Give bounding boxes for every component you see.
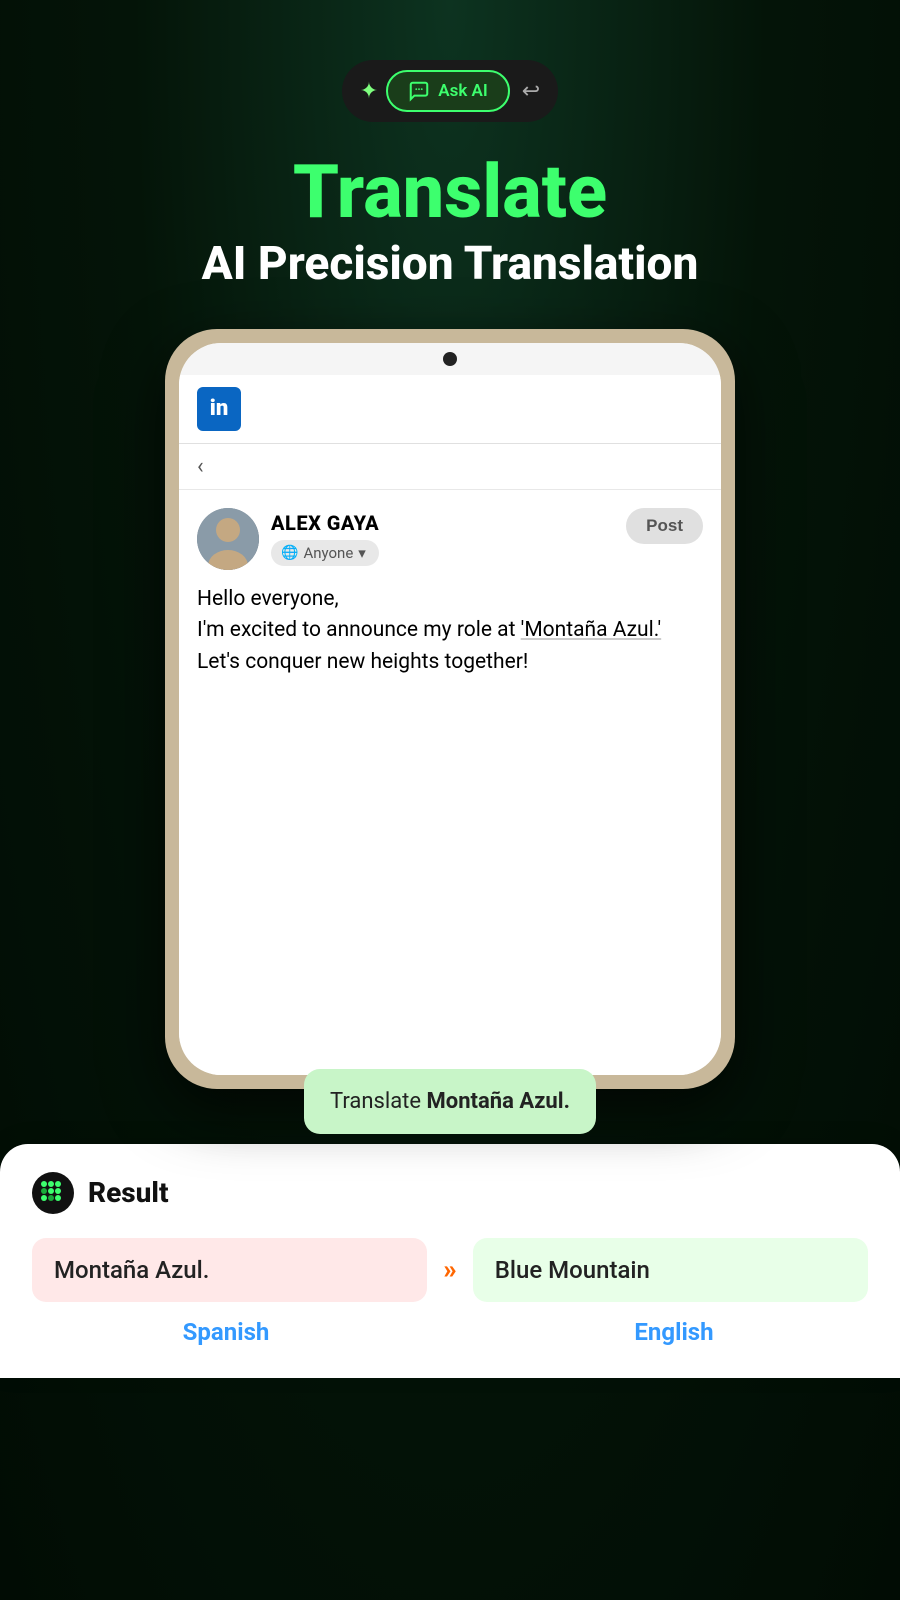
dropdown-chevron: ▾ [358,544,366,562]
main-title: Translate [202,152,699,233]
post-button[interactable]: Post [626,508,703,544]
title-section: Translate AI Precision Translation [202,152,699,293]
user-details: ALEX GAYA 🌐 Anyone ▾ [271,511,379,566]
language-row: Spanish English [32,1318,868,1346]
post-composer: ALEX GAYA 🌐 Anyone ▾ Post Hello ever [179,490,721,699]
post-text: Hello everyone, I'm excited to announce … [197,584,703,699]
target-box: Blue Mountain [473,1238,868,1302]
target-language-label[interactable]: English [480,1318,868,1346]
translate-prefix: Translate [330,1089,421,1114]
result-header: Result [32,1172,868,1214]
result-icon [32,1172,74,1214]
phone-frame: in ‹ [165,329,735,1089]
camera-bar [179,343,721,375]
source-language-label[interactable]: Spanish [32,1318,420,1346]
translate-word: Montaña Azul. [427,1089,570,1114]
translate-bubble-wrapper: Translate Montaña Azul. [264,1069,636,1134]
app-content: in ‹ [179,375,721,1075]
globe-icon: 🌐 [281,545,298,561]
linkedin-header: in [179,375,721,444]
avatar [197,508,259,570]
sparkle-icon: ✦ [360,79,378,104]
arrows-icon: » [443,1255,456,1285]
subtitle: AI Precision Translation [202,237,699,292]
phone-inner: in ‹ [179,343,721,1075]
result-title: Result [88,1176,169,1209]
phone-mockup: in ‹ [165,329,735,1089]
result-panel: Result Montaña Azul. » Blue Mountain Spa… [0,1144,900,1378]
linkedin-logo: in [197,387,241,431]
camera-dot [443,352,457,366]
translate-bubble: Translate Montaña Azul. [304,1069,596,1134]
composer-top: ALEX GAYA 🌐 Anyone ▾ Post [197,508,703,570]
avatar-image [197,508,259,570]
post-line1: Hello everyone, [197,587,339,611]
post-line3: Let's conquer new heights together! [197,650,528,674]
ask-ai-button[interactable]: Ask AI [386,70,510,112]
top-toolbar: ✦ Ask AI ↩ [342,60,558,122]
back-nav[interactable]: ‹ [179,444,721,490]
ask-ai-label: Ask AI [438,81,488,101]
reply-icon[interactable]: ↩ [522,79,540,104]
source-box: Montaña Azul. [32,1238,427,1302]
translation-row: Montaña Azul. » Blue Mountain [32,1238,868,1302]
post-highlighted: 'Montaña Azul.' [521,618,662,642]
user-info: ALEX GAYA 🌐 Anyone ▾ [197,508,379,570]
user-name: ALEX GAYA [271,511,379,535]
audience-label: Anyone [303,544,353,562]
post-line2: I'm excited to announce my role at [197,618,521,642]
chat-icon [408,80,430,102]
avatar-svg [197,508,259,570]
ai-icon [39,1179,67,1207]
audience-badge[interactable]: 🌐 Anyone ▾ [271,540,379,566]
